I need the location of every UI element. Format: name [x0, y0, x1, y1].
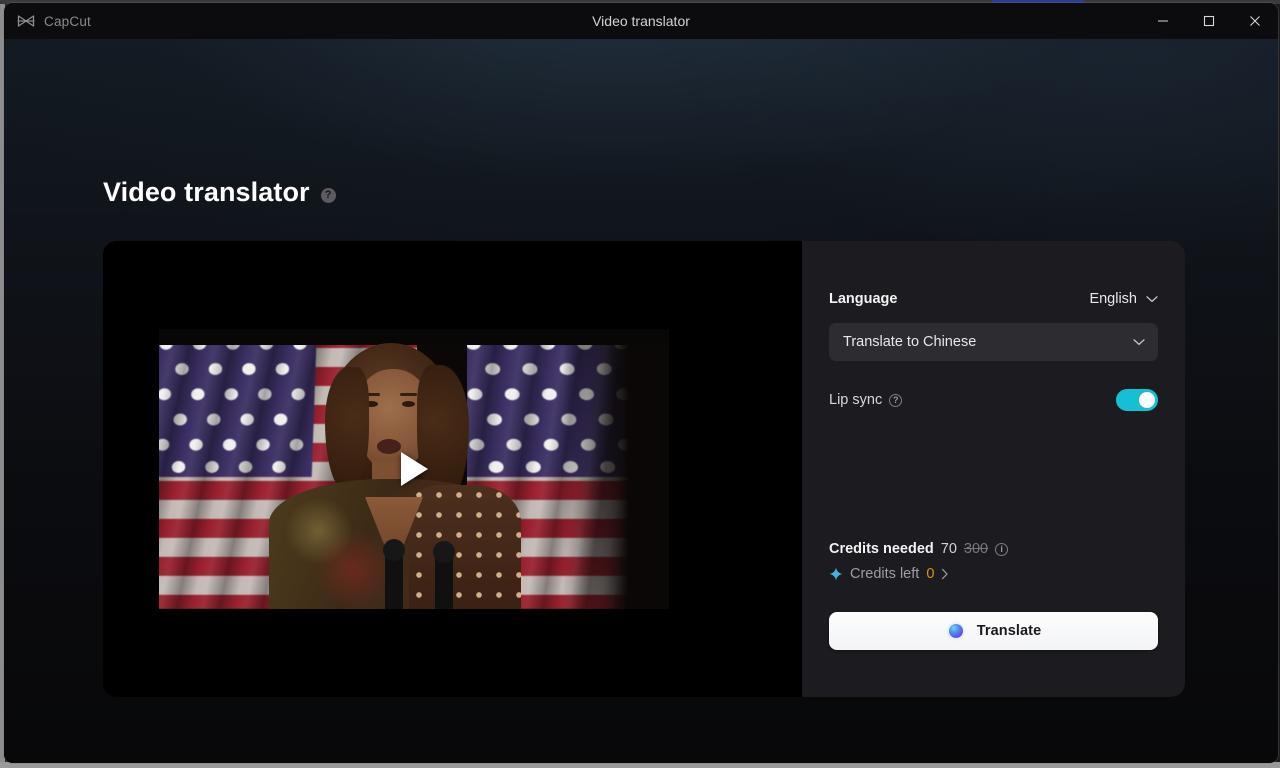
credits-needed-row: Credits needed 70 300 i: [829, 541, 1158, 557]
close-icon: [1249, 15, 1261, 27]
window-title: Video translator: [4, 13, 1278, 29]
language-row: Language English: [829, 291, 1158, 307]
chevron-right-icon: [941, 568, 949, 580]
app-brand-name: CapCut: [44, 14, 91, 29]
speaker-garment-pattern: [409, 485, 521, 609]
ai-orb-core: [949, 624, 963, 638]
video-thumbnail[interactable]: [159, 329, 669, 609]
target-language-value: Translate to Chinese: [843, 334, 976, 350]
credits-left-value: 0: [926, 566, 934, 582]
lip-sync-label: Lip sync: [829, 392, 882, 408]
app-window: CapCut Video translator: [4, 3, 1278, 763]
credits-needed-value: 70: [941, 541, 957, 557]
lip-sync-toggle[interactable]: [1116, 389, 1158, 411]
video-preview-pane: [103, 241, 802, 697]
close-button[interactable]: [1232, 3, 1278, 39]
target-language-select[interactable]: Translate to Chinese: [829, 323, 1158, 361]
toggle-knob: [1139, 392, 1155, 408]
app-brand: CapCut: [16, 3, 91, 39]
credits-needed-original: 300: [964, 541, 988, 557]
ai-orb-icon: [946, 621, 966, 641]
maximize-button[interactable]: [1186, 3, 1232, 39]
chevron-down-icon: [1133, 338, 1145, 346]
settings-pane: Language English Translate to Chinese: [802, 241, 1185, 697]
chevron-down-icon: [1146, 295, 1158, 303]
translate-button[interactable]: Translate: [829, 612, 1158, 650]
source-language-dropdown[interactable]: English: [1089, 291, 1158, 307]
page-content: Video translator ?: [4, 39, 1278, 763]
speaker-brow-right: [400, 393, 417, 396]
speaker-eye-right: [402, 401, 415, 407]
minimize-icon: [1157, 15, 1169, 27]
page-title-help-icon[interactable]: ?: [321, 188, 336, 203]
window-controls: [1140, 3, 1278, 39]
lip-sync-label-group: Lip sync ?: [829, 392, 902, 408]
play-button[interactable]: [387, 442, 441, 496]
play-icon: [397, 450, 431, 488]
capcut-logo-icon: [16, 14, 36, 28]
source-language-value: English: [1089, 291, 1137, 307]
translator-card: Language English Translate to Chinese: [103, 241, 1185, 697]
page-title-row: Video translator ?: [103, 177, 336, 208]
lip-sync-row: Lip sync ?: [829, 389, 1158, 411]
sparkle-icon: [829, 567, 843, 581]
page-title: Video translator: [103, 177, 310, 208]
microphone-head-left: [383, 539, 405, 561]
credits-left-label: Credits left: [850, 566, 919, 582]
translate-button-label: Translate: [977, 623, 1042, 639]
credits-info-icon[interactable]: i: [995, 543, 1008, 556]
lip-sync-help-icon[interactable]: ?: [889, 394, 902, 407]
desktop-background: CapCut Video translator: [0, 0, 1280, 768]
microphone-head-right: [433, 541, 455, 563]
title-bar[interactable]: CapCut Video translator: [4, 3, 1278, 39]
language-label: Language: [829, 291, 897, 307]
credits-block: Credits needed 70 300 i Credits left 0: [829, 541, 1158, 582]
minimize-button[interactable]: [1140, 3, 1186, 39]
credits-left-row[interactable]: Credits left 0: [829, 566, 1158, 582]
maximize-icon: [1203, 15, 1215, 27]
speaker-hair-front-left: [325, 367, 369, 491]
credits-needed-label: Credits needed: [829, 541, 934, 557]
